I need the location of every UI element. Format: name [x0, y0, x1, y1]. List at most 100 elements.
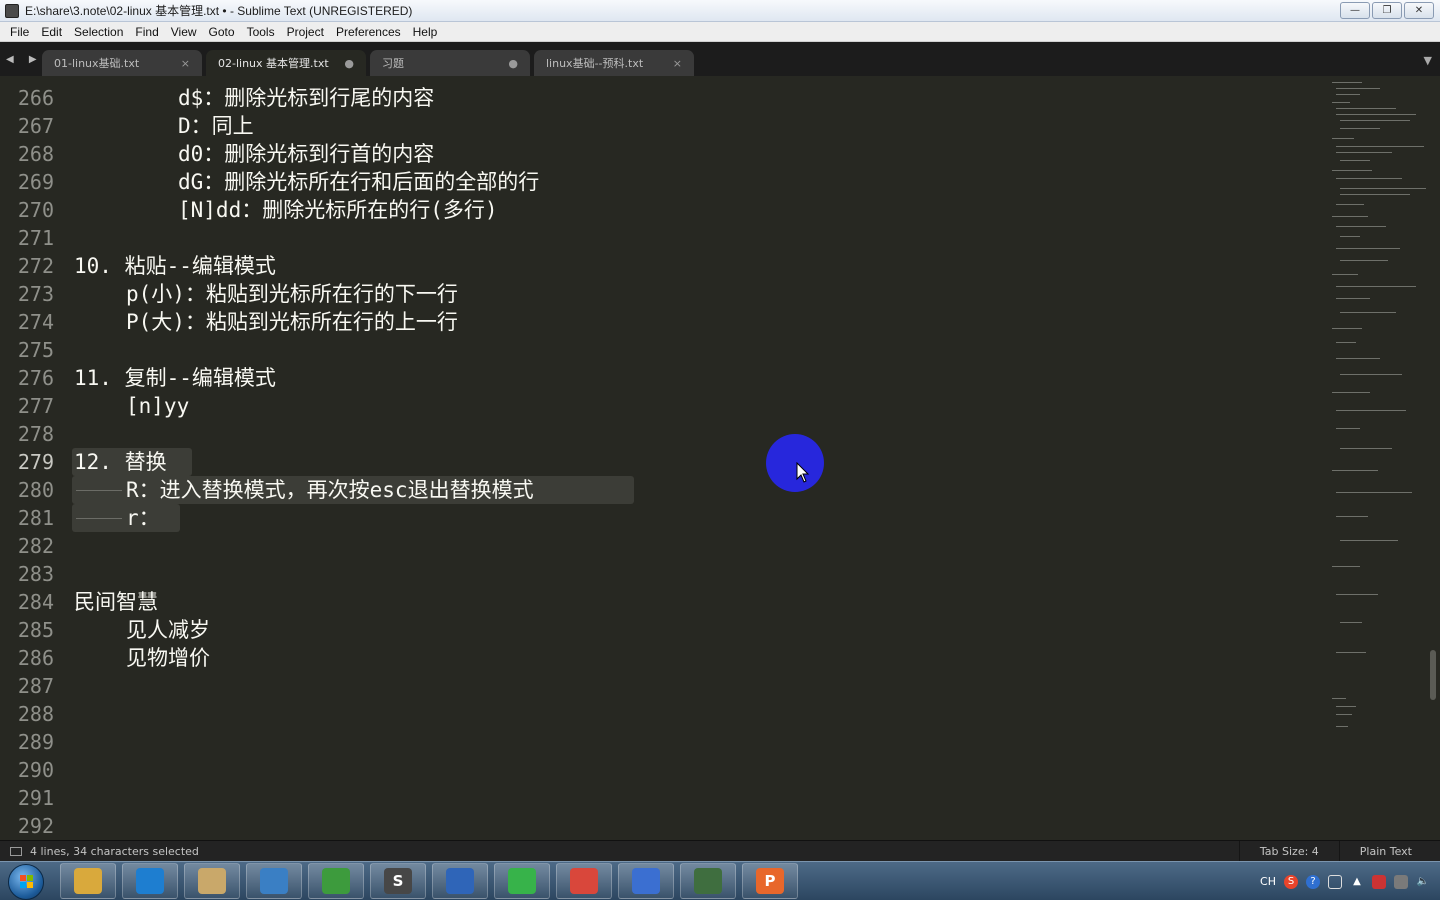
- sublime-text-icon: S: [384, 868, 412, 894]
- sync-icon: [508, 868, 536, 894]
- minimap-line: [1336, 714, 1352, 715]
- minimap-line: [1336, 88, 1380, 89]
- minimap-line: [1332, 698, 1346, 699]
- tab-size-selector[interactable]: Tab Size: 4: [1238, 841, 1339, 862]
- line-number: 270: [17, 198, 54, 222]
- sogou-input-icon[interactable]: S: [1284, 874, 1298, 889]
- minimap-line: [1336, 298, 1370, 299]
- line-number: 283: [17, 562, 54, 586]
- tab-label: 习题: [382, 57, 404, 70]
- minimap-line: [1332, 82, 1362, 83]
- taskbar-app-button[interactable]: [308, 863, 364, 899]
- tab-01-linux[interactable]: 01-linux基础.txt ×: [42, 50, 202, 76]
- menu-find[interactable]: Find: [129, 25, 164, 39]
- taskbar-app-button[interactable]: [432, 863, 488, 899]
- help-icon[interactable]: ?: [1306, 874, 1320, 889]
- taskbar-app-button[interactable]: [680, 863, 736, 899]
- taskbar-app-button[interactable]: [618, 863, 674, 899]
- volume-icon[interactable]: 🔈: [1416, 875, 1430, 889]
- line-number: 269: [17, 170, 54, 194]
- minimap-line: [1340, 374, 1402, 375]
- menu-project[interactable]: Project: [281, 25, 330, 39]
- taskbar-app-button[interactable]: [122, 863, 178, 899]
- window-title: E:\share\3.note\02-linux 基本管理.txt • - Su…: [25, 4, 413, 18]
- minimap-line: [1336, 204, 1364, 205]
- tab-linux-prep[interactable]: linux基础--预科.txt ×: [534, 50, 694, 76]
- start-button[interactable]: [8, 864, 44, 900]
- menu-preferences[interactable]: Preferences: [330, 25, 407, 39]
- taskbar-app-button[interactable]: S: [370, 863, 426, 899]
- tab-modified-dot-icon[interactable]: ●: [344, 57, 354, 70]
- ime-indicator[interactable]: CH: [1260, 875, 1276, 888]
- taskbar-app-button[interactable]: [494, 863, 550, 899]
- code-line: D：同上: [178, 114, 254, 138]
- menu-tools[interactable]: Tools: [241, 25, 281, 39]
- action-center-icon[interactable]: [1372, 874, 1386, 889]
- minimap-line: [1332, 138, 1354, 139]
- tab-modified-dot-icon[interactable]: ●: [508, 57, 518, 70]
- minimap-line: [1332, 170, 1372, 171]
- minimap-line: [1336, 178, 1402, 179]
- code-line: [N]dd：删除光标所在的行(多行): [178, 198, 498, 222]
- minimap-line: [1336, 286, 1416, 287]
- code-line: R：进入替换模式，再次按esc退出替换模式: [126, 478, 534, 502]
- menu-file[interactable]: File: [4, 25, 35, 39]
- menu-goto[interactable]: Goto: [203, 25, 241, 39]
- code-line: 11. 复制--编辑模式: [74, 366, 276, 390]
- menu-edit[interactable]: Edit: [35, 25, 68, 39]
- minimap-line: [1336, 726, 1348, 727]
- menu-view[interactable]: View: [165, 25, 203, 39]
- tab-exercises[interactable]: 习题 ●: [370, 50, 530, 76]
- line-number: 285: [17, 618, 54, 642]
- line-number: 291: [17, 786, 54, 810]
- syntax-selector[interactable]: Plain Text: [1338, 841, 1440, 862]
- whitespace-tab-marker: [76, 490, 122, 491]
- tab-02-linux[interactable]: 02-linux 基本管理.txt ●: [206, 50, 366, 76]
- network-status-icon[interactable]: [1394, 874, 1408, 889]
- taskbar: S P CH S ? ▲ 🔈: [0, 861, 1440, 900]
- minimap-line: [1336, 342, 1356, 343]
- minimap-line: [1340, 260, 1388, 261]
- minimize-button[interactable]: —: [1340, 2, 1370, 19]
- taskbar-app-button[interactable]: [184, 863, 240, 899]
- editor-area[interactable]: 266 267 268 269 270 271 272 273 274 275 …: [0, 76, 1440, 840]
- restore-button[interactable]: ❐: [1372, 2, 1402, 19]
- remote-desktop-icon: [446, 868, 474, 894]
- minimap-line: [1336, 428, 1360, 429]
- tab-close-icon[interactable]: ×: [673, 57, 682, 70]
- taskbar-app-button[interactable]: [556, 863, 612, 899]
- minimap-line: [1340, 188, 1426, 189]
- tab-dropdown-icon[interactable]: ▼: [1424, 54, 1432, 67]
- taskbar-app-button[interactable]: P: [742, 863, 798, 899]
- taskbar-app-button[interactable]: [60, 863, 116, 899]
- title-bar: E:\share\3.note\02-linux 基本管理.txt • - Su…: [0, 0, 1440, 22]
- menu-selection[interactable]: Selection: [68, 25, 129, 39]
- tab-close-icon[interactable]: ×: [181, 57, 190, 70]
- code-line: dG：删除光标所在行和后面的全部的行: [178, 170, 540, 194]
- panel-toggle-icon[interactable]: [10, 846, 22, 856]
- minimap-line: [1340, 194, 1410, 195]
- menu-help[interactable]: Help: [407, 25, 444, 39]
- line-number: 277: [17, 394, 54, 418]
- line-number: 286: [17, 646, 54, 670]
- show-hidden-icons-icon[interactable]: ▲: [1350, 875, 1364, 889]
- minimap[interactable]: [1328, 76, 1428, 776]
- line-number: 281: [17, 506, 54, 530]
- minimap-line: [1340, 120, 1410, 121]
- taskbar-app-button[interactable]: [246, 863, 302, 899]
- mouse-pointer-icon: [796, 462, 810, 483]
- network-icon[interactable]: [1328, 874, 1342, 889]
- windows-logo-icon: [20, 875, 34, 889]
- media-player-icon: [570, 868, 598, 894]
- whitespace-tab-marker: [76, 518, 122, 519]
- code-line: 见物增价: [126, 646, 210, 670]
- line-number: 276: [17, 366, 54, 390]
- minimap-line: [1336, 146, 1424, 147]
- close-button[interactable]: ✕: [1404, 2, 1434, 19]
- line-number: 275: [17, 338, 54, 362]
- tab-nav-arrows[interactable]: ◀ ▶: [6, 54, 43, 65]
- minimap-line: [1336, 652, 1366, 653]
- vertical-scrollbar[interactable]: [1430, 650, 1436, 700]
- line-number: 292: [17, 814, 54, 838]
- sublime-app-icon: [5, 3, 19, 18]
